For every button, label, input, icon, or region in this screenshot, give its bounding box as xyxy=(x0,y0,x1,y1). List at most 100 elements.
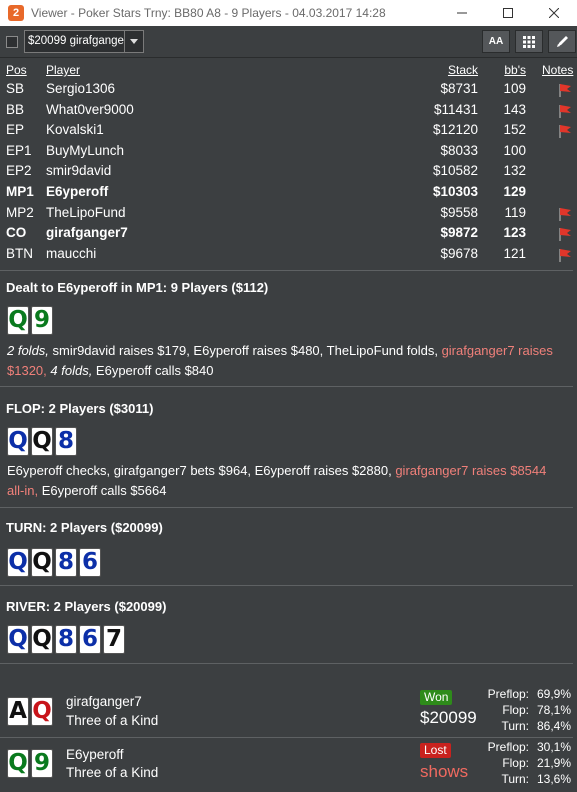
header-pos[interactable]: Pos xyxy=(6,62,27,79)
playing-card: 7 xyxy=(103,625,125,654)
playing-card: Q xyxy=(31,548,53,577)
showdown-cards-1: AQ xyxy=(7,697,53,726)
window-controls xyxy=(439,0,577,26)
maximize-icon xyxy=(503,8,513,18)
playing-card: Q xyxy=(31,427,53,456)
close-button[interactable] xyxy=(531,0,577,26)
bbs-cell: 123 xyxy=(503,225,526,241)
stack-cell: $8033 xyxy=(440,142,478,158)
playing-card: 6 xyxy=(79,625,101,654)
equity-label: Flop: xyxy=(502,756,529,770)
action-text: smir9david raises $179, E6yperoff raises… xyxy=(48,343,442,358)
equity-label: Turn: xyxy=(501,719,529,733)
select-checkbox[interactable] xyxy=(6,36,18,48)
note-flag-icon[interactable] xyxy=(557,226,573,242)
playing-card: A xyxy=(7,697,29,726)
note-flag-icon[interactable] xyxy=(557,103,573,119)
flop-action: E6yperoff checks, girafganger7 bets $964… xyxy=(7,461,563,501)
hand-selector-dropdown-button[interactable] xyxy=(124,31,143,52)
position-cell: EP1 xyxy=(6,142,32,158)
pot-amount: $20099 xyxy=(420,708,477,727)
bbs-cell: 143 xyxy=(503,101,526,117)
action-text: E6yperoff checks, girafganger7 bets $964… xyxy=(7,463,396,478)
stack-cell: $9558 xyxy=(440,204,478,220)
flop-title: FLOP: 2 Players ($3011) xyxy=(6,401,154,416)
edit-notes-button[interactable] xyxy=(548,30,576,53)
bbs-cell: 129 xyxy=(503,183,526,199)
app-logo-icon: 2 xyxy=(8,5,24,21)
action-folds: 4 folds, xyxy=(50,363,93,378)
player-name-cell: What0ver9000 xyxy=(46,101,134,117)
player-name-cell: BuyMyLunch xyxy=(46,142,125,158)
hand-selector-value: $20099 girafganger xyxy=(28,35,124,47)
header-stack[interactable]: Stack xyxy=(448,62,478,79)
header-player[interactable]: Player xyxy=(46,62,80,79)
header-bbs[interactable]: bb's xyxy=(504,62,526,79)
turn-cards: QQ86 xyxy=(7,548,101,577)
turn-title: TURN: 2 Players ($20099) xyxy=(6,520,163,535)
bbs-cell: 119 xyxy=(504,204,526,220)
pencil-icon xyxy=(556,36,568,47)
toolbar: $20099 girafganger AA xyxy=(0,26,577,58)
shows-label: shows xyxy=(420,762,469,781)
table-row[interactable]: MP1 E6yperoff $10303 129 xyxy=(0,182,577,203)
position-cell: BTN xyxy=(6,245,33,261)
bbs-cell: 132 xyxy=(503,163,526,179)
note-flag-icon[interactable] xyxy=(557,123,573,139)
header-notes[interactable]: Notes xyxy=(542,62,573,79)
table-row[interactable]: CO girafganger7 $9872 123 xyxy=(0,223,577,244)
showdown-hand-1: Three of a Kind xyxy=(66,713,159,728)
position-cell: MP1 xyxy=(6,183,34,199)
maximize-button[interactable] xyxy=(485,0,531,26)
position-cell: EP2 xyxy=(6,163,32,179)
grid-view-button[interactable] xyxy=(515,30,543,53)
stack-cell: $8731 xyxy=(440,81,478,96)
players-table: Pos Player Stack bb's Notes SB Sergio1306… xyxy=(0,62,577,264)
minimize-button[interactable] xyxy=(439,0,485,26)
playing-card: Q xyxy=(31,625,53,654)
font-size-button[interactable]: AA xyxy=(482,30,510,53)
river-cards: QQ867 xyxy=(7,625,125,654)
equity-value: 86,4% xyxy=(536,719,571,733)
action-text: E6yperoff calls $840 xyxy=(92,363,214,378)
hole-cards: Q9 xyxy=(7,306,53,335)
bbs-cell: 152 xyxy=(503,122,526,138)
note-flag-icon[interactable] xyxy=(557,82,573,98)
bbs-cell: 100 xyxy=(503,142,526,158)
table-row[interactable]: EP2 smir9david $10582 132 xyxy=(0,161,577,182)
table-row[interactable]: MP2 TheLipoFund $9558 119 xyxy=(0,203,577,224)
chevron-down-icon xyxy=(130,39,138,44)
action-text: E6yperoff calls $5664 xyxy=(38,483,167,498)
preflop-title: Dealt to E6yperoff in MP1: 9 Players ($1… xyxy=(6,280,269,295)
stack-cell: $9872 xyxy=(440,225,478,241)
equity-value: 78,1% xyxy=(536,703,571,717)
divider xyxy=(0,507,573,508)
showdown-cards-2: Q9 xyxy=(7,749,53,778)
table-row[interactable]: BTN maucchi $9678 121 xyxy=(0,244,577,265)
showdown-player-1: girafganger7 xyxy=(66,694,142,709)
player-name-cell: maucchi xyxy=(46,245,97,261)
equity-label: Preflop: xyxy=(487,687,529,701)
table-row[interactable]: BB What0ver9000 $11431 143 xyxy=(0,100,577,121)
playing-card: 9 xyxy=(31,306,53,335)
table-row[interactable]: EP Kovalski1 $12120 152 xyxy=(0,120,577,141)
showdown-hand-2: Three of a Kind xyxy=(66,765,159,780)
position-cell: MP2 xyxy=(6,204,34,220)
player-name-cell: Kovalski1 xyxy=(46,122,104,138)
hand-selector[interactable]: $20099 girafganger xyxy=(24,30,144,53)
note-flag-icon[interactable] xyxy=(557,206,573,222)
playing-card: 8 xyxy=(55,625,77,654)
table-row[interactable]: SB Sergio1306 $8731 109 xyxy=(0,79,577,100)
equity-label: Preflop: xyxy=(487,740,529,754)
table-row[interactable]: EP1 BuyMyLunch $8033 100 xyxy=(0,141,577,162)
playing-card: Q xyxy=(7,548,29,577)
bbs-cell: 121 xyxy=(503,245,526,261)
stack-cell: $10582 xyxy=(432,163,478,179)
playing-card: Q xyxy=(7,749,29,778)
player-name-cell: smir9david xyxy=(46,163,112,179)
playing-card: Q xyxy=(7,427,29,456)
minimize-icon xyxy=(457,12,467,14)
note-flag-icon[interactable] xyxy=(557,247,573,263)
position-cell: BB xyxy=(6,101,25,117)
river-title: RIVER: 2 Players ($20099) xyxy=(6,599,167,614)
